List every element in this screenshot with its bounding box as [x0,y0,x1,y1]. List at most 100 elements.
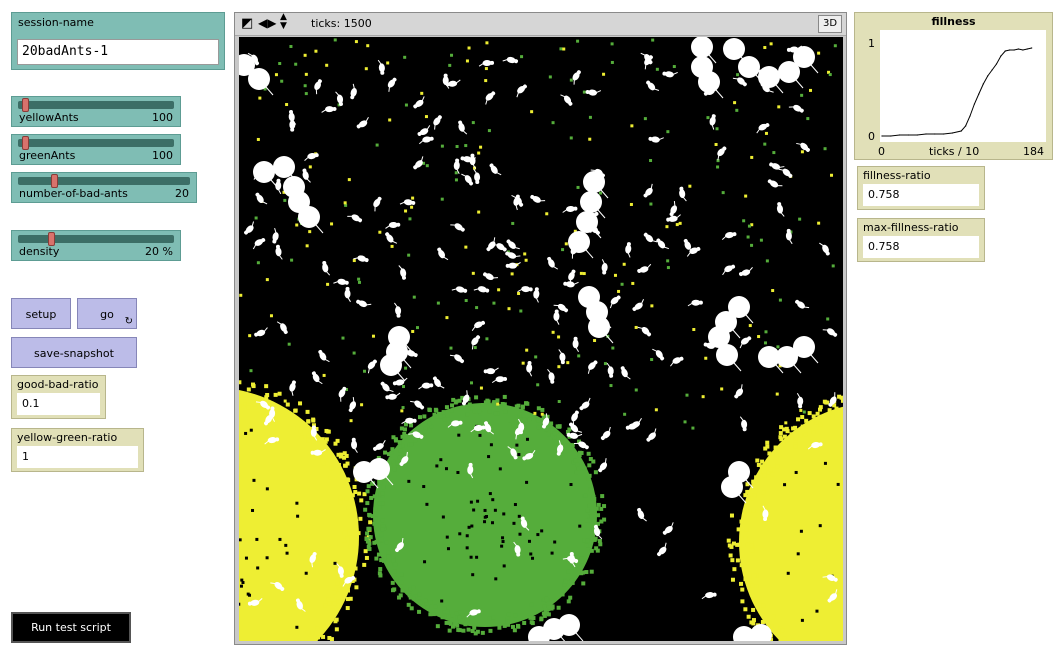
save-snapshot-button[interactable]: save-snapshot [11,337,137,368]
ant-icon [819,242,830,256]
scattered-patch [305,244,309,248]
scattered-patch [564,242,568,246]
zoom-icon[interactable]: ◩ [241,16,253,31]
scattered-patch [617,289,621,293]
scattered-patch [256,137,260,141]
scattered-patch [746,235,750,239]
fillness-data-point [925,133,927,135]
scattered-patch [747,224,751,228]
slider-knob[interactable] [51,174,58,188]
fillness-data-point [1022,49,1024,51]
ant-icon [252,238,266,250]
ant-icon [417,125,431,136]
ant-icon [637,326,652,337]
ant-icon [505,251,521,259]
scattered-patch [744,194,748,198]
bad-ant-chain [691,37,724,99]
ant-icon [563,281,579,288]
scattered-patch [404,366,408,370]
ant-icon [373,196,382,212]
arrows-vertical-icon[interactable]: ▲ ▼ [280,13,287,31]
session-name-input[interactable]: 20badAnts-1 [17,39,219,65]
scattered-patch [388,118,392,122]
scattered-patch [833,44,837,48]
scattered-patch [366,44,370,48]
ant-icon [394,302,402,318]
ant-world-canvas[interactable] [239,37,843,641]
ant-icon [670,356,684,367]
slider-knob[interactable] [47,232,55,246]
ant-icon [377,59,385,75]
scattered-patch [325,63,329,67]
scattered-patch [479,145,483,149]
go-button[interactable]: go ↻ [77,298,137,329]
slider-track[interactable] [18,101,174,109]
ant-icon [380,381,394,393]
scattered-patch [420,91,424,95]
ant-icon [491,376,508,384]
ant-icon [450,223,465,232]
scattered-patch [540,412,544,416]
ant-icon [418,382,434,390]
scattered-patch [672,65,676,69]
ant-icon [473,168,481,185]
scattered-patch [326,282,330,286]
ant-icon [767,179,783,188]
scattered-patch [239,293,243,297]
slider-green-ants[interactable]: greenAnts 100 [11,134,181,165]
plot-xlabel: ticks / 10 [929,145,980,158]
ant-icon [600,426,611,441]
scattered-patch [519,309,523,313]
slider-track[interactable] [18,177,190,185]
slider-number-of-bad-ants[interactable]: number-of-bad-ants 20 [11,172,197,203]
scattered-patch [650,358,654,362]
3d-button[interactable]: 3D [818,15,842,33]
scattered-patch [742,219,746,223]
scattered-patch [610,42,614,46]
ant-icon [643,183,653,198]
good-bad-ratio-input[interactable]: 0.1 [17,393,100,415]
scattered-patch [248,334,252,338]
scattered-patch [477,210,481,214]
slider-density[interactable]: density 20 % [11,230,181,261]
scattered-patch [576,39,580,43]
fillness-data-point [1000,55,1002,57]
fillness-ratio-monitor: fillness-ratio 0.758 [857,166,985,210]
scattered-patch [290,258,294,262]
slider-knob[interactable] [22,98,30,112]
scattered-patch [631,281,635,285]
scattered-patch [551,121,555,125]
scattered-patch [609,384,613,388]
fillness-data-point [899,134,901,136]
scattered-patch [576,185,580,189]
scattered-patch [769,42,773,46]
slider-track[interactable] [18,139,174,147]
ant-icon [637,263,652,273]
slider-track[interactable] [18,235,174,243]
slider-yellow-ants[interactable]: yellowAnts 100 [11,96,181,127]
setup-button[interactable]: setup [11,298,71,329]
fillness-data-point [916,134,918,136]
scattered-patch [479,386,483,390]
scattered-patch [511,221,515,225]
ant-world[interactable] [239,37,843,641]
scattered-patch [603,362,607,366]
fillness-data-point [960,130,962,132]
scattered-patch [666,130,670,134]
slider-knob[interactable] [22,136,30,150]
scattered-patch [823,147,827,151]
fillness-data-point [951,132,954,134]
ant-icon [601,259,608,275]
yellow-green-ratio-input[interactable]: 1 [17,446,138,468]
ant-icon [275,244,283,260]
fillness-data-point [934,133,936,135]
bad-ant-chain [758,336,819,374]
scattered-patch [800,93,804,97]
ant-icon [272,227,279,244]
arrows-horizontal-icon[interactable]: ◀▶ [258,16,276,30]
scattered-patch [508,422,512,426]
scattered-patch [775,392,779,396]
run-test-script-button[interactable]: Run test script [11,612,131,643]
scattered-patch [496,402,500,406]
scattered-patch [599,191,603,195]
